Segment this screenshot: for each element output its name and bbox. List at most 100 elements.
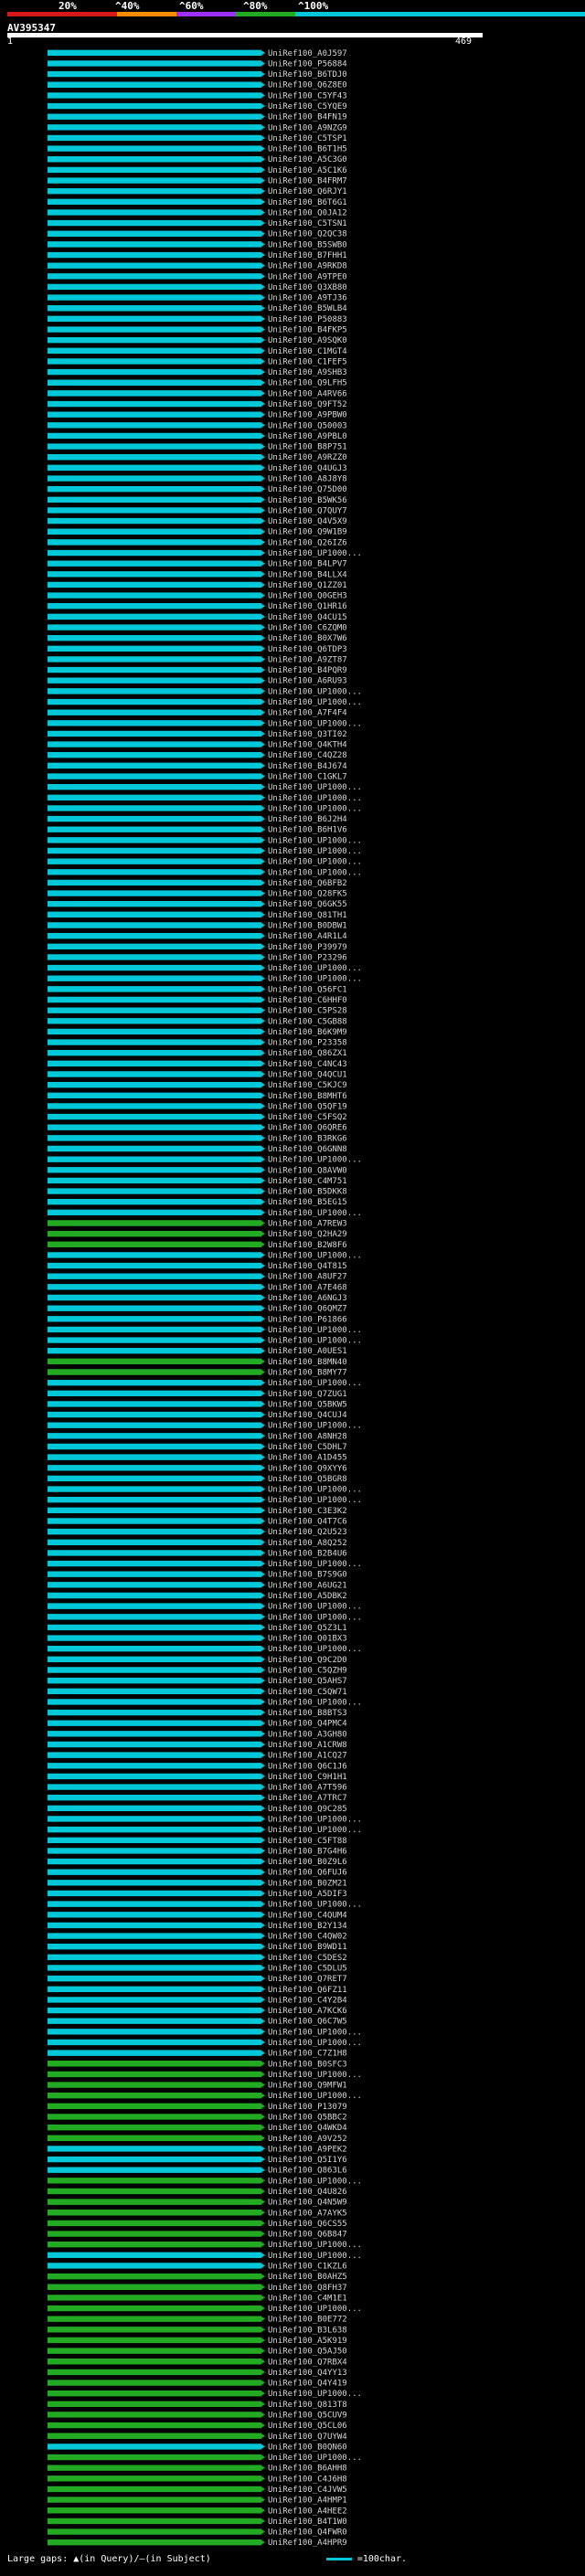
- hit-label[interactable]: UniRef100_Q4WKD4: [268, 2124, 347, 2133]
- hit-label[interactable]: UniRef100_UP1000...: [268, 2039, 362, 2048]
- hit-label[interactable]: UniRef100_UP1000...: [268, 2454, 362, 2463]
- hit-label[interactable]: UniRef100_B4FN19: [268, 113, 347, 122]
- hit-label[interactable]: UniRef100_B8MHT6: [268, 1092, 347, 1101]
- hit-label[interactable]: UniRef100_A9TPE0: [268, 272, 347, 281]
- hit-label[interactable]: UniRef100_C4J6H8: [268, 2475, 347, 2484]
- hit-label[interactable]: UniRef100_Q9XYY6: [268, 1464, 347, 1473]
- hit-label[interactable]: UniRef100_Q0JA12: [268, 208, 347, 217]
- hit-label[interactable]: UniRef100_A5C1K6: [268, 166, 347, 175]
- hit-label[interactable]: UniRef100_Q50003: [268, 421, 347, 430]
- hit-label[interactable]: UniRef100_Q5BKW5: [268, 1400, 347, 1409]
- hit-label[interactable]: UniRef100_Q1HR16: [268, 602, 347, 611]
- hit-label[interactable]: UniRef100_Q6FUJ6: [268, 1869, 347, 1878]
- hit-label[interactable]: UniRef100_P39979: [268, 943, 347, 952]
- hit-label[interactable]: UniRef100_B6T6G1: [268, 198, 347, 207]
- hit-label[interactable]: UniRef100_C5DES2: [268, 1954, 347, 1963]
- hit-label[interactable]: UniRef100_Q6Z8E0: [268, 81, 347, 90]
- hit-label[interactable]: UniRef100_Q28FK5: [268, 890, 347, 899]
- hit-label[interactable]: UniRef100_A9RKD8: [268, 262, 347, 271]
- hit-label[interactable]: UniRef100_Q4T815: [268, 1262, 347, 1271]
- hit-label[interactable]: UniRef100_Q7ZUG1: [268, 1390, 347, 1399]
- hit-label[interactable]: UniRef100_Q4UGJ3: [268, 464, 347, 473]
- hit-label[interactable]: UniRef100_B6TDJ0: [268, 70, 347, 80]
- hit-label[interactable]: UniRef100_B8P751: [268, 443, 347, 452]
- hit-label[interactable]: UniRef100_UP1000...: [268, 2028, 362, 2037]
- hit-label[interactable]: UniRef100_A9PBW0: [268, 411, 347, 420]
- hit-label[interactable]: UniRef100_Q01BX3: [268, 1635, 347, 1644]
- hit-label[interactable]: UniRef100_Q1ZZ01: [268, 581, 347, 590]
- hit-label[interactable]: UniRef100_Q4QCU1: [268, 1071, 347, 1080]
- hit-label[interactable]: UniRef100_C5GB88: [268, 1017, 347, 1026]
- hit-label[interactable]: UniRef100_B4FRM7: [268, 177, 347, 186]
- hit-label[interactable]: UniRef100_B4FKP5: [268, 326, 347, 335]
- hit-label[interactable]: UniRef100_C5DHL7: [268, 1443, 347, 1452]
- hit-label[interactable]: UniRef100_UP1000...: [268, 1209, 362, 1218]
- hit-label[interactable]: UniRef100_UP1000...: [268, 1560, 362, 1569]
- hit-label[interactable]: UniRef100_A5C3G0: [268, 155, 347, 164]
- hit-label[interactable]: UniRef100_Q6QMZ7: [268, 1305, 347, 1314]
- hit-label[interactable]: UniRef100_Q6CS55: [268, 2220, 347, 2229]
- hit-label[interactable]: UniRef100_B3RKG6: [268, 1134, 347, 1143]
- hit-label[interactable]: UniRef100_A8Q252: [268, 1539, 347, 1548]
- hit-label[interactable]: UniRef100_C5FT88: [268, 1837, 347, 1846]
- hit-label[interactable]: UniRef100_C4JVW5: [268, 2486, 347, 2495]
- hit-label[interactable]: UniRef100_Q6GNN8: [268, 1145, 347, 1154]
- hit-label[interactable]: UniRef100_C5FSQ2: [268, 1113, 347, 1122]
- hit-label[interactable]: UniRef100_UP1000...: [268, 1337, 362, 1346]
- hit-label[interactable]: UniRef100_UP1000...: [268, 2071, 362, 2080]
- hit-label[interactable]: UniRef100_C1MGT4: [268, 347, 347, 356]
- hit-label[interactable]: UniRef100_A5DIF3: [268, 1890, 347, 1899]
- hit-label[interactable]: UniRef100_A9SQK0: [268, 336, 347, 345]
- hit-label[interactable]: UniRef100_B4PQR9: [268, 666, 347, 675]
- hit-label[interactable]: UniRef100_UP1000...: [268, 868, 362, 877]
- hit-label[interactable]: UniRef100_UP1000...: [268, 1379, 362, 1388]
- hit-label[interactable]: UniRef100_Q6TDP3: [268, 645, 347, 654]
- hit-label[interactable]: UniRef100_B5EG15: [268, 1198, 347, 1207]
- hit-label[interactable]: UniRef100_Q5BBC2: [268, 2113, 347, 2122]
- hit-label[interactable]: UniRef100_C1GKL7: [268, 773, 347, 782]
- hit-label[interactable]: UniRef100_C4QW02: [268, 1933, 347, 1942]
- hit-label[interactable]: UniRef100_UP1000...: [268, 1603, 362, 1612]
- hit-label[interactable]: UniRef100_A4RV66: [268, 389, 347, 398]
- hit-label[interactable]: UniRef100_Q5AHS7: [268, 1677, 347, 1686]
- hit-label[interactable]: UniRef100_A7F4F4: [268, 709, 347, 718]
- hit-label[interactable]: UniRef100_Q5AJ50: [268, 2348, 347, 2357]
- hit-label[interactable]: UniRef100_Q81TH1: [268, 911, 347, 920]
- hit-label[interactable]: UniRef100_B6AHH8: [268, 2465, 347, 2474]
- hit-label[interactable]: UniRef100_Q9LFH5: [268, 379, 347, 388]
- hit-label[interactable]: UniRef100_Q4CU15: [268, 613, 347, 622]
- hit-label[interactable]: UniRef100_UP1000...: [268, 804, 362, 813]
- hit-label[interactable]: UniRef100_Q4N5W9: [268, 2199, 347, 2208]
- hit-label[interactable]: UniRef100_B2W8F6: [268, 1241, 347, 1250]
- hit-label[interactable]: UniRef100_Q4KTH4: [268, 741, 347, 750]
- hit-label[interactable]: UniRef100_B9WD11: [268, 1943, 347, 1952]
- hit-label[interactable]: UniRef100_A9V252: [268, 2135, 347, 2144]
- hit-label[interactable]: UniRef100_C5KJC9: [268, 1081, 347, 1090]
- hit-label[interactable]: UniRef100_Q6QRE6: [268, 1124, 347, 1133]
- hit-label[interactable]: UniRef100_A4HMP1: [268, 2496, 347, 2506]
- hit-label[interactable]: UniRef100_B6K9M9: [268, 1028, 347, 1037]
- hit-label[interactable]: UniRef100_A0UES1: [268, 1347, 347, 1356]
- hit-label[interactable]: UniRef100_C5TSP1: [268, 134, 347, 143]
- hit-label[interactable]: UniRef100_P50883: [268, 315, 347, 324]
- hit-label[interactable]: UniRef100_C3E3K2: [268, 1507, 347, 1516]
- hit-label[interactable]: UniRef100_UP1000...: [268, 975, 362, 984]
- hit-label[interactable]: UniRef100_B8MN40: [268, 1358, 347, 1367]
- hit-label[interactable]: UniRef100_A6NGJ3: [268, 1294, 347, 1303]
- hit-label[interactable]: UniRef100_Q26IZ6: [268, 538, 347, 547]
- hit-label[interactable]: UniRef100_A9ZT87: [268, 655, 347, 664]
- hit-label[interactable]: UniRef100_A8NH28: [268, 1432, 347, 1441]
- hit-label[interactable]: UniRef100_A7T596: [268, 1784, 347, 1793]
- hit-label[interactable]: UniRef100_Q5BGR8: [268, 1475, 347, 1484]
- hit-label[interactable]: UniRef100_UP1000...: [268, 1156, 362, 1165]
- hit-label[interactable]: UniRef100_C4M751: [268, 1177, 347, 1186]
- hit-label[interactable]: UniRef100_C5QW71: [268, 1688, 347, 1697]
- hit-label[interactable]: UniRef100_UP1000...: [268, 858, 362, 867]
- hit-label[interactable]: UniRef100_P23296: [268, 953, 347, 962]
- hit-label[interactable]: UniRef100_Q5QF19: [268, 1102, 347, 1111]
- hit-label[interactable]: UniRef100_UP1000...: [268, 549, 362, 558]
- hit-label[interactable]: UniRef100_UP1000...: [268, 794, 362, 803]
- hit-label[interactable]: UniRef100_Q4YY13: [268, 2369, 347, 2378]
- hit-label[interactable]: UniRef100_B8BTS3: [268, 1709, 347, 1718]
- hit-label[interactable]: UniRef100_A7E468: [268, 1283, 347, 1292]
